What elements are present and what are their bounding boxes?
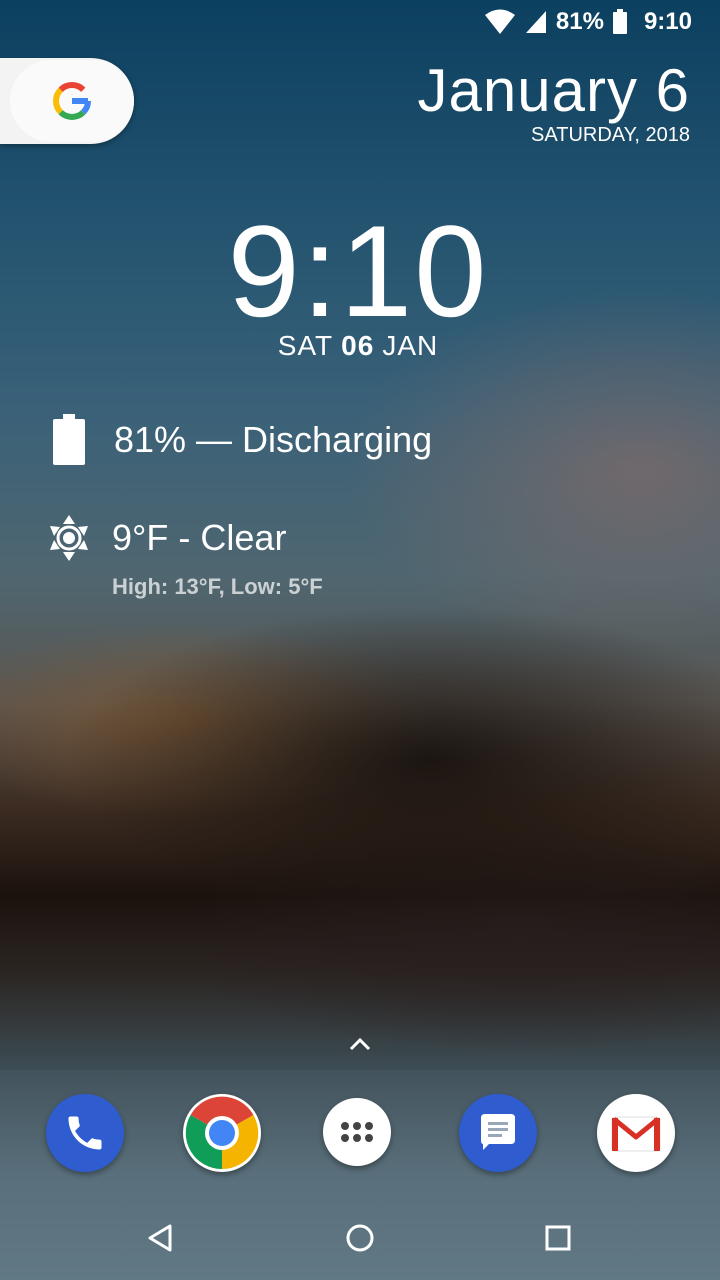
back-button[interactable] (136, 1214, 184, 1262)
battery-percent: 81% (555, 8, 604, 35)
chevron-up-icon[interactable] (348, 1036, 372, 1052)
chrome-icon (185, 1096, 259, 1170)
gmail-app-icon[interactable] (597, 1094, 675, 1172)
recents-icon (545, 1225, 571, 1251)
cell-signal-icon (525, 11, 546, 33)
app-drawer-button[interactable] (323, 1098, 391, 1166)
phone-icon (68, 1116, 102, 1150)
app-drawer-icon (341, 1122, 373, 1142)
status-bar: 81% 9:10 (0, 0, 720, 48)
home-icon (346, 1224, 374, 1252)
date-widget-date[interactable]: January 6 (418, 56, 691, 125)
weather-widget-detail: High: 13°F, Low: 5°F (112, 574, 323, 599)
clock-date-num: 06 (341, 330, 375, 361)
battery-full-icon (53, 414, 85, 465)
clock-month: JAN (382, 330, 439, 361)
weather-widget-text: 9°F - Clear (112, 517, 287, 558)
recents-button[interactable] (534, 1214, 582, 1262)
chrome-app-icon[interactable] (183, 1094, 261, 1172)
messages-icon (481, 1114, 515, 1150)
home-button[interactable] (336, 1214, 384, 1262)
date-widget-subline: SATURDAY, 2018 (531, 124, 690, 146)
battery-widget-text: 81% — Discharging (114, 419, 433, 460)
phone-app-icon[interactable] (46, 1094, 124, 1172)
status-time: 9:10 (643, 8, 692, 35)
clock-widget-time[interactable]: 9:10 (0, 196, 716, 346)
weather-widget[interactable]: 9°F - Clear (48, 514, 286, 562)
sun-icon (50, 515, 88, 561)
battery-widget[interactable]: 81% — Discharging (52, 414, 432, 466)
messages-app-icon[interactable] (459, 1094, 537, 1172)
clock-widget-date: SAT 06 JAN (0, 330, 716, 362)
wifi-icon (484, 9, 515, 34)
gmail-icon (611, 1116, 661, 1152)
clock-day: SAT (277, 330, 334, 361)
google-g-icon[interactable] (52, 81, 92, 121)
back-icon (148, 1224, 172, 1252)
battery-icon (612, 9, 627, 34)
